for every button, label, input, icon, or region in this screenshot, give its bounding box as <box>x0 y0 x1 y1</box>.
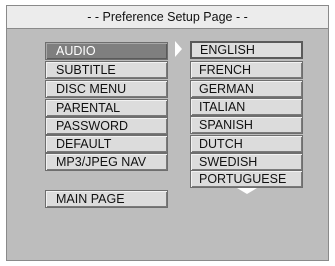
menu-item-subtitle[interactable]: SUBTITLE <box>45 61 168 79</box>
menu-item-mp3-jpeg-nav[interactable]: MP3/JPEG NAV <box>45 153 168 171</box>
page-title: - - Preference Setup Page - - <box>7 6 328 29</box>
right-arrow-icon <box>175 41 182 57</box>
option-english[interactable]: ENGLISH <box>190 41 303 59</box>
option-dutch[interactable]: DUTCH <box>190 135 303 153</box>
menu-item-default[interactable]: DEFAULT <box>45 135 168 153</box>
menu-item-disc-menu[interactable]: DISC MENU <box>45 80 168 98</box>
option-german[interactable]: GERMAN <box>190 80 303 98</box>
main-page-button[interactable]: MAIN PAGE <box>45 190 168 208</box>
menu-item-audio[interactable]: AUDIO <box>45 42 168 60</box>
menu-item-parental[interactable]: PARENTAL <box>45 99 168 117</box>
option-portuguese[interactable]: PORTUGUESE <box>190 170 303 188</box>
option-spanish[interactable]: SPANISH <box>190 116 303 134</box>
option-swedish[interactable]: SWEDISH <box>190 153 303 171</box>
scroll-down-arrow-icon[interactable] <box>237 188 257 194</box>
option-italian[interactable]: ITALIAN <box>190 98 303 116</box>
menu-item-password[interactable]: PASSWORD <box>45 117 168 135</box>
preference-setup-screen: - - Preference Setup Page - - AUDIO SUBT… <box>6 5 329 261</box>
option-french[interactable]: FRENCH <box>190 61 303 79</box>
